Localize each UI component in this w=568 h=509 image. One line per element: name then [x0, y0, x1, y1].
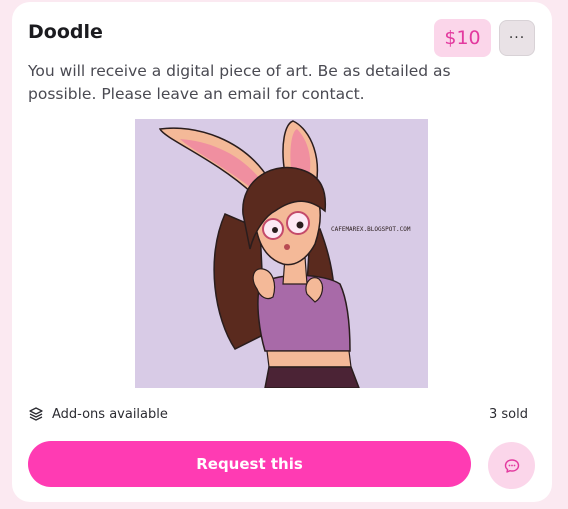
addons-label: Add-ons available — [52, 406, 168, 422]
product-title: Doodle — [28, 21, 103, 43]
product-description: You will receive a digital piece of art.… — [28, 62, 451, 103]
chat-icon — [504, 458, 519, 473]
request-button[interactable]: Request this — [28, 441, 471, 487]
product-card: Doodle $10 ··· You will receive a digita… — [12, 2, 552, 502]
artwork-watermark: CAFEMAREX.BLOGSPOT.COM — [331, 226, 411, 233]
addons-indicator: Add-ons available — [28, 406, 168, 422]
chat-button[interactable] — [488, 442, 535, 489]
layers-icon — [29, 407, 43, 421]
more-icon: ··· — [508, 30, 526, 46]
price-badge: $10 — [434, 19, 491, 57]
more-options-button[interactable]: ··· — [499, 20, 535, 56]
sold-count: 3 sold — [489, 407, 528, 422]
product-image[interactable]: CAFEMAREX.BLOGSPOT.COM — [135, 119, 428, 388]
